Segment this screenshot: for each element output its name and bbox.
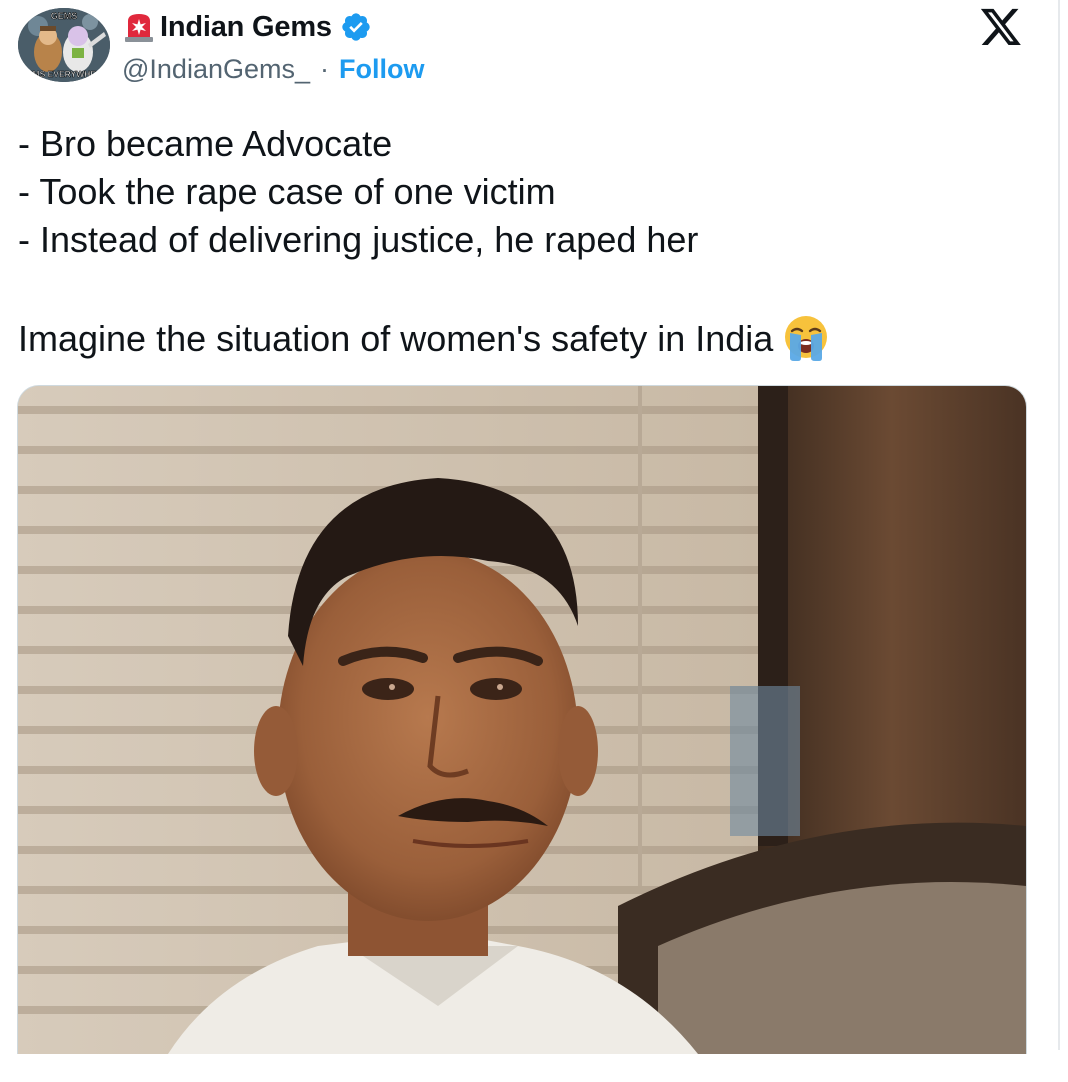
display-name[interactable]: Indian Gems [160, 11, 332, 44]
police-light-icon [122, 11, 156, 43]
verified-badge-icon [340, 11, 372, 43]
author-handle[interactable]: @IndianGems_ [122, 54, 310, 85]
loudly-crying-face-icon [781, 312, 831, 362]
tweet-photo[interactable] [17, 385, 1027, 1054]
avatar-bottom-text: GEMS EVERYWHERE [20, 69, 108, 79]
author-name-row: Indian Gems [122, 10, 372, 44]
tweet-text: - Bro became Advocate - Took the rape ca… [18, 120, 1018, 363]
tweet-line: - Instead of delivering justice, he rape… [18, 219, 699, 260]
tweet-embed: GEMS GEMS EVERYWHERE Indian Gems @Indian… [0, 0, 1068, 1082]
tweet-closing-line: Imagine the situation of women's safety … [18, 312, 1018, 363]
follow-button[interactable]: Follow [339, 54, 424, 85]
x-logo-icon[interactable] [978, 8, 1024, 48]
handle-row: @IndianGems_ · Follow [122, 54, 424, 85]
embed-border [1058, 0, 1060, 1050]
avatar-top-text: GEMS [51, 11, 78, 21]
avatar[interactable]: GEMS GEMS EVERYWHERE [18, 8, 110, 82]
handle-separator: · [320, 54, 329, 84]
tweet-line: - Took the rape case of one victim [18, 171, 556, 212]
tweet-line: - Bro became Advocate [18, 123, 393, 164]
tweet-closing-text: Imagine the situation of women's safety … [18, 318, 774, 359]
